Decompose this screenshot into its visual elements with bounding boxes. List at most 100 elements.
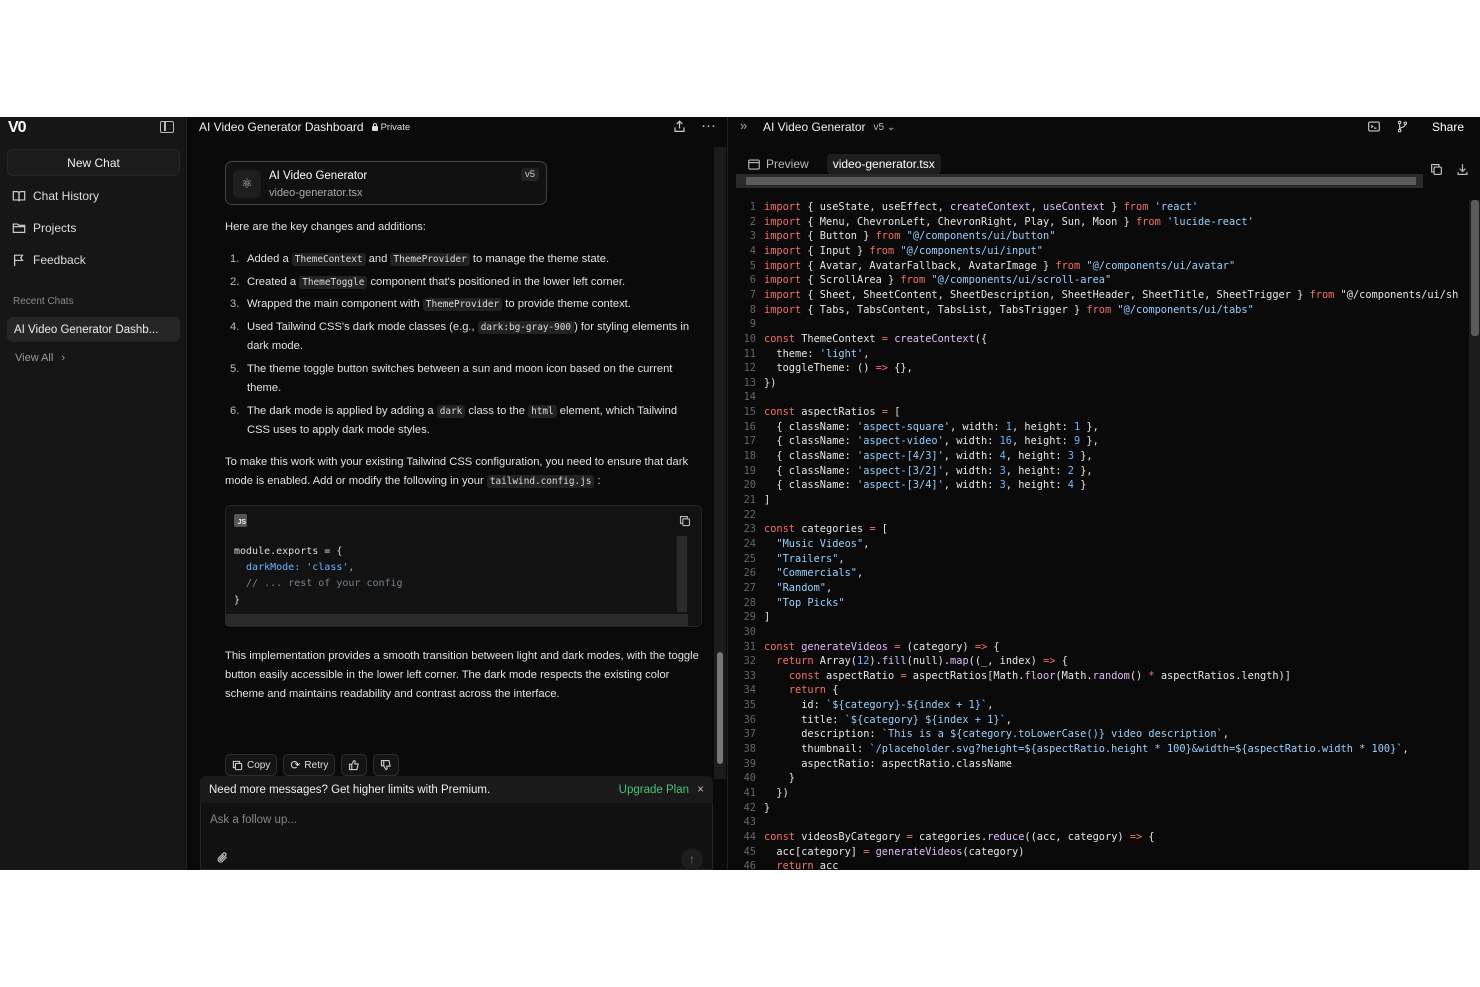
upgrade-message: Need more messages? Get higher limits wi… <box>209 783 491 796</box>
chat-header: AI Video Generator Dashboard Private <box>199 120 410 134</box>
code-horizontal-scrollbar[interactable] <box>226 614 688 626</box>
line-number: 31 <box>743 640 756 653</box>
sidebar-item-projects[interactable]: Projects <box>12 219 76 237</box>
code-text: "Music Videos", <box>776 537 870 550</box>
list-number: 5. <box>230 363 240 375</box>
code-text: "Top Picks" <box>776 596 845 609</box>
thumbs-down-button[interactable] <box>373 754 400 776</box>
line-number: 36 <box>743 713 756 726</box>
book-icon <box>12 191 26 202</box>
line-number: 27 <box>743 581 756 594</box>
chat-title[interactable]: AI Video Generator Dashboard <box>199 120 364 134</box>
sidebar-toggle-icon[interactable] <box>160 121 174 133</box>
upgrade-plan-link[interactable]: Upgrade Plan <box>619 784 689 796</box>
line-number: 4 <box>749 244 756 257</box>
code-text: "Trailers", <box>776 552 845 565</box>
version-select-value: v5 <box>873 121 885 133</box>
close-icon[interactable]: × <box>697 784 704 796</box>
message-config-paragraph: To make this work with your existing Tai… <box>225 456 689 488</box>
copy-file-icon[interactable] <box>1430 163 1443 181</box>
code-text: import { Avatar, AvatarFallback, AvatarI… <box>764 259 1236 272</box>
v0-logo[interactable]: V0 <box>8 119 27 137</box>
thumbs-up-button[interactable] <box>341 754 368 776</box>
code-text: const categories = [ <box>764 523 889 536</box>
react-atom-icon: ⚛ <box>233 170 261 198</box>
new-chat-button[interactable]: New Chat <box>7 149 180 176</box>
upgrade-banner: Need more messages? Get higher limits wi… <box>200 776 713 803</box>
visibility-badge[interactable]: Private <box>371 122 410 133</box>
line-number: 20 <box>743 479 756 492</box>
panel-tabs: Preview video-generator.tsx <box>742 154 941 174</box>
terminal-icon[interactable] <box>1367 120 1381 138</box>
double-chevron-right-icon[interactable]: » <box>740 118 747 133</box>
flag-icon <box>14 254 24 267</box>
code-text: import { Input } from "@/components/ui/i… <box>764 244 1044 257</box>
code-text: import { Tabs, TabsContent, TabsList, Ta… <box>764 303 1254 316</box>
line-number: 26 <box>743 567 756 580</box>
share-upload-icon[interactable] <box>673 120 686 136</box>
retry-label: Retry <box>304 759 329 771</box>
line-number: 24 <box>743 537 756 550</box>
chat-scrollbar-thumb[interactable] <box>717 652 723 764</box>
code-vertical-scrollbar[interactable] <box>677 536 687 612</box>
code-block: JS module.exports = { darkMode: 'class',… <box>225 505 702 627</box>
more-options-icon[interactable]: ··· <box>701 117 716 134</box>
chat-scrollbar[interactable] <box>714 147 726 779</box>
list-number: 2. <box>230 276 240 288</box>
line-number: 5 <box>749 259 756 272</box>
sidebar-item-chat-history[interactable]: Chat History <box>12 187 99 205</box>
code-editor[interactable]: 1 import { useState, useEffect, createCon… <box>728 200 1468 870</box>
git-branch-icon[interactable] <box>1396 120 1409 138</box>
editor-vertical-scrollbar-thumb[interactable] <box>1471 200 1479 336</box>
tab-preview[interactable]: Preview <box>742 154 815 174</box>
version-badge: v5 <box>520 168 539 181</box>
thumbs-down-icon <box>381 759 392 771</box>
tab-video-generator-tsx[interactable]: video-generator.tsx <box>826 154 941 174</box>
inline-code: ThemeContext <box>291 253 366 266</box>
line-number: 30 <box>743 625 756 638</box>
editor-horizontal-scrollbar[interactable] <box>736 174 1423 188</box>
line-number: 43 <box>743 816 756 829</box>
line-number: 42 <box>743 801 756 814</box>
tab-label: video-generator.tsx <box>832 157 935 171</box>
line-number: 45 <box>743 845 756 858</box>
message-actions: Copy ⟳ Retry <box>225 754 400 776</box>
line-number: 3 <box>749 230 756 243</box>
retry-button[interactable]: ⟳ Retry <box>283 754 336 776</box>
version-select[interactable]: v5 ⌄ <box>874 122 896 133</box>
inline-code: ThemeProvider <box>390 253 470 266</box>
line-number: 32 <box>743 655 756 668</box>
sidebar-item-feedback[interactable]: Feedback <box>12 251 86 269</box>
javascript-file-icon: JS <box>234 514 247 527</box>
copy-button[interactable]: Copy <box>225 754 278 776</box>
version-card-title: AI Video Generator <box>269 170 368 182</box>
recent-chat-item[interactable]: AI Video Generator Dashb... <box>7 317 180 342</box>
tab-label: Preview <box>766 157 809 171</box>
line-number: 34 <box>743 684 756 697</box>
version-card[interactable]: ⚛ AI Video Generator video-generator.tsx… <box>225 161 547 205</box>
follow-up-input[interactable]: Ask a follow up... <box>210 814 297 826</box>
paperclip-icon[interactable] <box>216 851 229 867</box>
code-text: { className: 'aspect-video', width: 16, … <box>764 435 1099 448</box>
view-all-link[interactable]: View All › <box>15 352 65 364</box>
copy-code-icon[interactable] <box>679 514 691 532</box>
thumbs-up-icon <box>349 759 360 771</box>
editor-vertical-scrollbar[interactable] <box>1469 200 1480 870</box>
follow-up-input-area[interactable]: Ask a follow up... ↑ <box>200 803 713 870</box>
inline-code: ThemeToggle <box>299 276 368 289</box>
editor-horizontal-scrollbar-thumb[interactable] <box>746 177 1416 185</box>
copy-label: Copy <box>247 759 271 771</box>
line-number: 19 <box>743 464 756 477</box>
download-icon[interactable] <box>1456 163 1469 181</box>
view-all-label: View All <box>15 352 54 364</box>
share-button[interactable]: Share <box>1432 120 1464 134</box>
list-text: Used Tailwind CSS's dark mode classes (e… <box>247 321 690 352</box>
code-text: ] <box>764 494 771 506</box>
list-number: 1. <box>230 253 240 265</box>
line-number: 21 <box>743 494 756 506</box>
code-text: description: `This is a ${category.toLow… <box>764 728 1229 741</box>
line-number: 8 <box>749 303 756 316</box>
code-text: import { useState, useEffect, createCont… <box>764 201 1199 213</box>
line-number: 25 <box>743 552 756 565</box>
send-arrow-icon[interactable]: ↑ <box>681 848 703 870</box>
